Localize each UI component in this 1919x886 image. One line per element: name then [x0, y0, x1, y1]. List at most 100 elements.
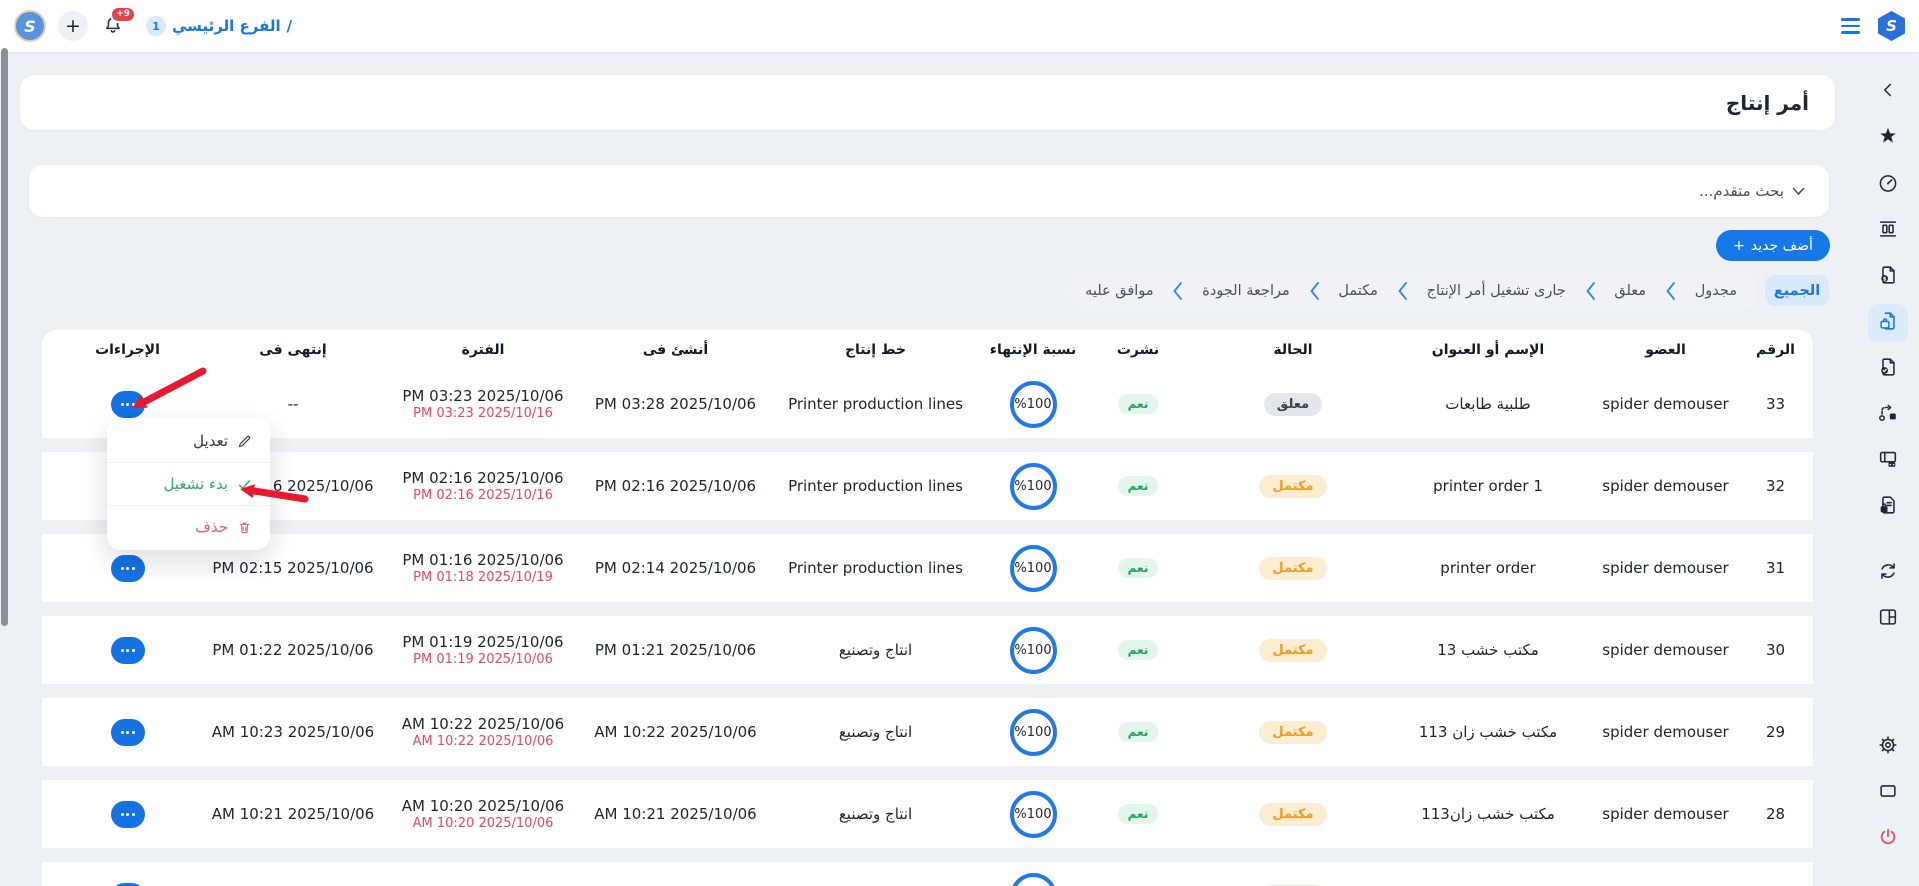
- sidebar-item-pos[interactable]: [1868, 442, 1908, 480]
- row-actions-button[interactable]: [111, 637, 145, 664]
- tab-1[interactable]: معلق: [1614, 283, 1646, 299]
- chevron-down-icon: [1792, 187, 1805, 196]
- sidebar-item-dashboard[interactable]: [1868, 166, 1908, 204]
- row-actions-button[interactable]: [111, 883, 145, 886]
- cell-created-at: AM 10:22 2025/10/06: [583, 723, 768, 741]
- row-actions-button[interactable]: [111, 555, 145, 582]
- published-badge: نعم: [1118, 476, 1159, 496]
- cell-period: PM 01:16 2025/10/06PM 01:18 2025/10/19: [383, 551, 583, 585]
- column-header: خط إنتاج: [768, 342, 983, 358]
- menu-item-edit[interactable]: تعديل: [107, 420, 270, 462]
- add-new-button[interactable]: + أضف جديد: [1716, 230, 1830, 261]
- breadcrumb[interactable]: 1 الفرع الرئيسي /: [146, 16, 292, 36]
- power-icon: [1877, 826, 1899, 852]
- cell-name: printer order: [1393, 559, 1583, 577]
- menu-item-start[interactable]: بدء تشغيل: [107, 462, 270, 505]
- cell-production-line: Printer production lines: [768, 559, 983, 577]
- cell-progress: %100: [983, 545, 1083, 592]
- menu-item-delete[interactable]: حذف: [107, 505, 270, 548]
- column-header: العضو: [1583, 342, 1748, 358]
- cell-member: spider demouser: [1583, 559, 1748, 577]
- row-actions-button[interactable]: [111, 719, 145, 746]
- trash-icon: [237, 520, 252, 535]
- progress-ring: %100: [1010, 627, 1057, 674]
- cell-created-at: PM 03:28 2025/10/06: [583, 395, 768, 413]
- column-header: إنتهى فى: [203, 342, 383, 358]
- tab-4[interactable]: مراجعة الجودة: [1202, 283, 1290, 299]
- sidebar-item-layout[interactable]: [1868, 600, 1908, 638]
- sidebar-item-settings[interactable]: [1868, 728, 1908, 766]
- sidebar-item-invoices[interactable]: $: [1868, 258, 1908, 296]
- cell-production-line: انتاج وتصنيع: [768, 641, 983, 659]
- cell-production-line: انتاج وتصنيع: [768, 805, 983, 823]
- breadcrumb-label: الفرع الرئيسي: [172, 17, 281, 35]
- cell-period: PM 01:19 2025/10/06PM 01:19 2025/10/06: [383, 633, 583, 667]
- cell-period: PM 02:16 2025/10/06PM 02:16 2025/10/16: [383, 469, 583, 503]
- notifications-button[interactable]: +9: [100, 13, 126, 39]
- branch-count-badge: 1: [146, 16, 166, 36]
- table-row: 29spider demouserمكتب خشب زان 113مكتملنع…: [42, 698, 1813, 766]
- progress-ring: %100: [1010, 709, 1057, 756]
- row-actions-button[interactable]: [111, 801, 145, 828]
- progress-ring: %100: [1010, 381, 1057, 428]
- tab-all[interactable]: الجميع: [1765, 275, 1829, 306]
- cell-number: 32: [1748, 477, 1803, 495]
- sync-icon: [1877, 560, 1899, 586]
- chevron-separator-icon: [1397, 281, 1408, 301]
- sidebar-item-sync[interactable]: [1868, 554, 1908, 592]
- cell-production-line: Printer production lines: [768, 477, 983, 495]
- cell-progress: %100: [983, 873, 1083, 886]
- page-title-card: أمر إنتاج: [20, 75, 1835, 130]
- progress-value: %100: [1014, 479, 1051, 494]
- pos-icon: [1877, 448, 1899, 474]
- period-end: AM 10:20 2025/10/06: [383, 816, 583, 831]
- menu-item-label: حذف: [195, 518, 228, 536]
- sidebar-item-favorites[interactable]: [1868, 119, 1908, 157]
- plus-icon: +: [1733, 238, 1745, 254]
- sidebar-item-screen[interactable]: [1868, 774, 1908, 812]
- published-badge: نعم: [1118, 394, 1159, 414]
- status-badge: مكتمل: [1259, 803, 1326, 826]
- sidebar-item-production-orders[interactable]: [1868, 304, 1908, 342]
- column-header: الفترة: [383, 342, 583, 358]
- table-row: 30spider demouserمكتب خشب 13مكتملنعم%100…: [42, 616, 1813, 684]
- cell-member: spider demouser: [1583, 395, 1748, 413]
- progress-value: %100: [1014, 561, 1051, 576]
- svg-text:$: $: [1883, 277, 1887, 283]
- sidebar-item-workflow[interactable]: [1868, 396, 1908, 434]
- chevron-separator-icon: [1172, 281, 1183, 301]
- cell-published: نعم: [1083, 804, 1193, 824]
- cell-name: مكتب خشب 13: [1393, 641, 1583, 659]
- cell-production-line: انتاج وتصنيع: [768, 723, 983, 741]
- quick-add-button[interactable]: +: [58, 11, 88, 41]
- cell-name: طلبية طابعات: [1393, 395, 1583, 413]
- sidebar-item-reports[interactable]: [1868, 488, 1908, 526]
- invoices-icon: $: [1877, 264, 1899, 290]
- column-header: الحالة: [1193, 342, 1393, 358]
- published-badge: نعم: [1118, 722, 1159, 742]
- status-badge: مكتمل: [1259, 721, 1326, 744]
- notification-count-badge: +9: [110, 6, 136, 23]
- tab-0[interactable]: مجدول: [1695, 283, 1737, 299]
- menu-toggle-icon[interactable]: [1841, 18, 1860, 33]
- tab-3[interactable]: مكتمل: [1338, 283, 1378, 299]
- period-end: PM 02:16 2025/10/16: [383, 488, 583, 503]
- cell-period: PM 03:23 2025/10/06PM 03:23 2025/10/16: [383, 387, 583, 421]
- cell-production-line: Printer production lines: [768, 395, 983, 413]
- tab-5[interactable]: موافق عليه: [1085, 283, 1154, 299]
- period-start: PM 01:19 2025/10/06: [383, 633, 583, 651]
- sidebar-item-collapse[interactable]: [1868, 73, 1908, 111]
- settings-icon: [1877, 734, 1899, 760]
- layout-icon: [1877, 606, 1899, 632]
- sidebar-item-approvals[interactable]: [1868, 350, 1908, 388]
- sidebar-item-kanban[interactable]: [1868, 212, 1908, 250]
- row-actions-button[interactable]: [111, 391, 145, 418]
- cell-published: نعم: [1083, 476, 1193, 496]
- add-new-label: أضف جديد: [1751, 238, 1813, 254]
- sidebar-item-power[interactable]: [1868, 820, 1908, 858]
- cell-member: spider demouser: [1583, 641, 1748, 659]
- vertical-scrollbar[interactable]: [1, 48, 8, 626]
- advanced-search-bar[interactable]: بحث متقدم...: [29, 165, 1829, 217]
- page-title: أمر إنتاج: [1726, 91, 1809, 115]
- tab-2[interactable]: جارى تشغيل أمر الإنتاج: [1427, 283, 1566, 299]
